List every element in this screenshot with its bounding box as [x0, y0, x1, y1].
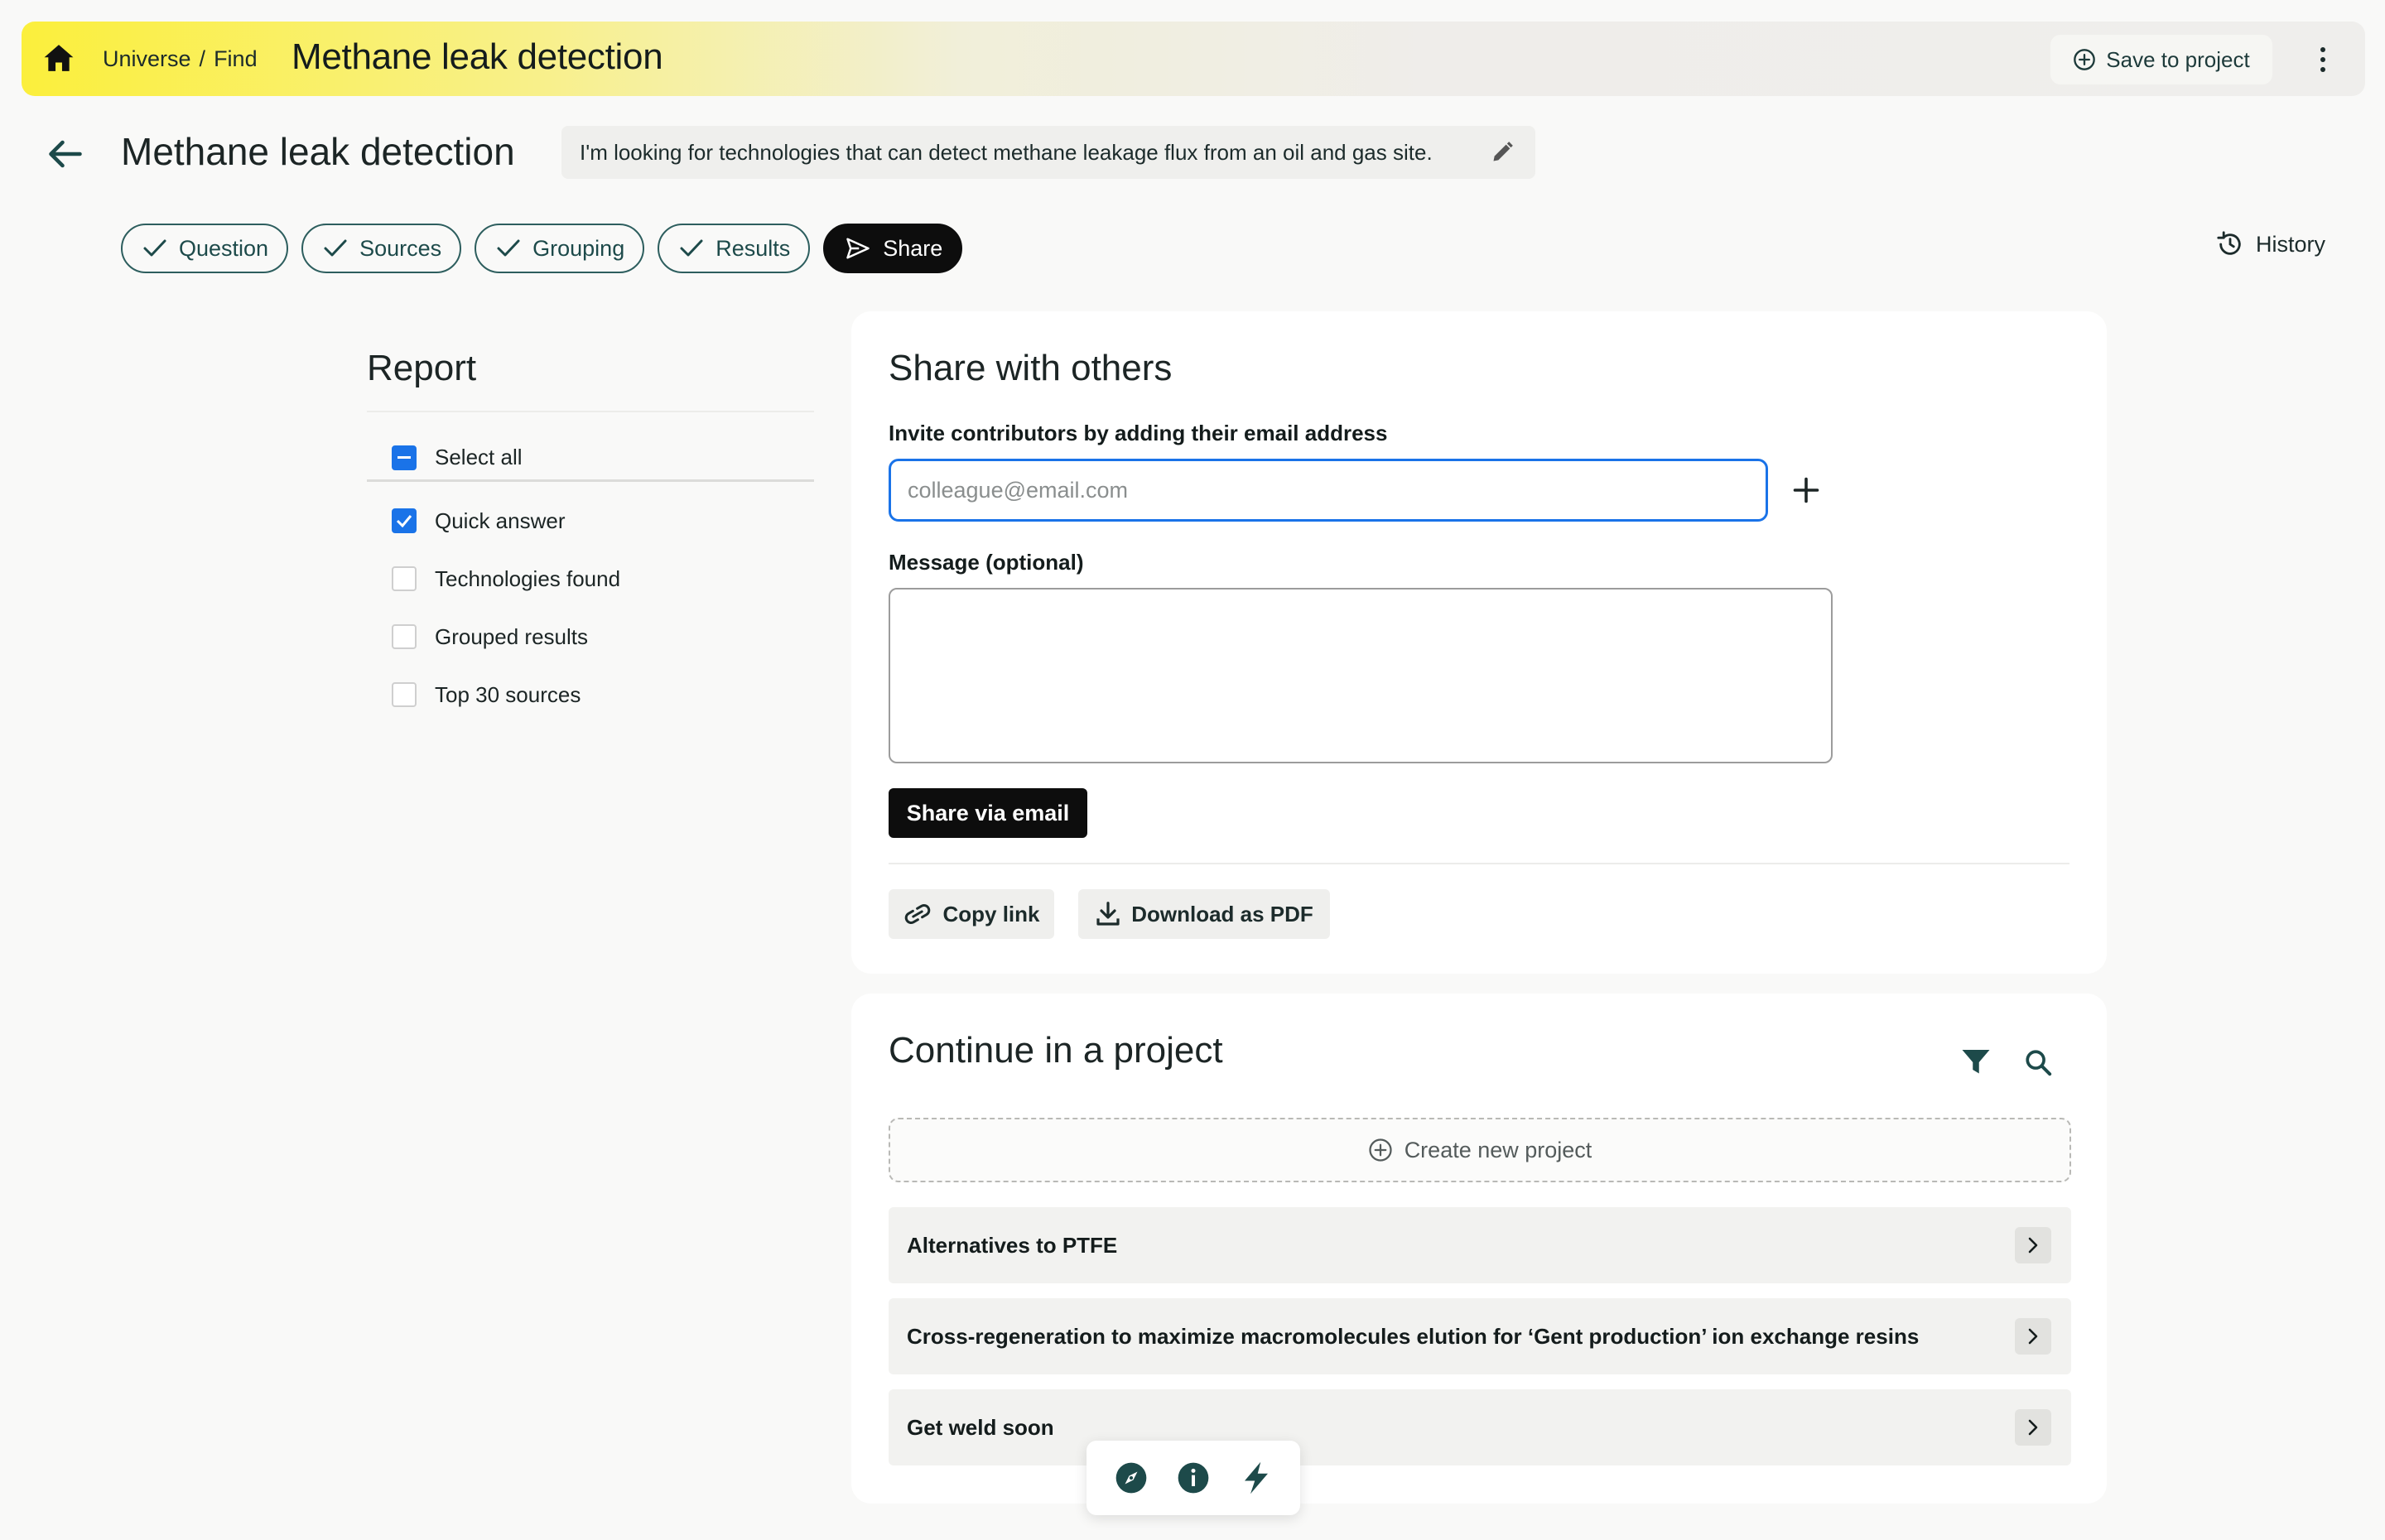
report-item-label: Select all — [435, 445, 523, 469]
message-textarea[interactable] — [889, 588, 1833, 763]
step-grouping[interactable]: Grouping — [475, 224, 645, 273]
report-item-label: Top 30 sources — [435, 681, 581, 707]
search-icon[interactable] — [2024, 1048, 2052, 1076]
step-results[interactable]: Results — [658, 224, 811, 273]
share-title: Share with others — [889, 348, 1173, 388]
plus-circle-icon — [2074, 49, 2096, 70]
report-item-select-all[interactable]: Select all — [367, 436, 814, 482]
step-tabs: Question Sources Grouping Results Share — [121, 224, 963, 273]
info-icon[interactable] — [1175, 1460, 1212, 1496]
project-name: Get weld soon — [907, 1414, 1054, 1440]
report-list: Select all Quick answer Technologies fou… — [367, 436, 814, 724]
back-arrow-icon[interactable] — [48, 139, 83, 169]
check-icon — [680, 239, 703, 257]
chevron-right-icon[interactable] — [2015, 1409, 2051, 1446]
invite-label: Invite contributors by adding their emai… — [889, 421, 1388, 445]
topbar-title: Methane leak detection — [292, 36, 663, 77]
step-label: Sources — [359, 235, 442, 261]
check-icon — [396, 515, 412, 527]
step-question[interactable]: Question — [121, 224, 289, 273]
project-row[interactable]: Get weld soon — [889, 1389, 2071, 1465]
download-pdf-label: Download as PDF — [1131, 901, 1313, 926]
download-icon — [1096, 902, 1120, 926]
report-item-technologies-found[interactable]: Technologies found — [367, 550, 814, 608]
technologies-found-checkbox[interactable] — [392, 566, 417, 591]
quick-answer-checkbox[interactable] — [392, 508, 417, 533]
save-to-project-label: Save to project — [2106, 46, 2250, 72]
link-icon — [905, 904, 931, 924]
top-30-sources-checkbox[interactable] — [392, 682, 417, 707]
project-name: Cross-regeneration to maximize macromole… — [907, 1323, 1920, 1349]
minus-icon — [398, 455, 411, 459]
filter-icon[interactable] — [1961, 1048, 1991, 1076]
breadcrumb-universe[interactable]: Universe — [103, 46, 191, 71]
floating-dock — [1086, 1441, 1300, 1515]
chevron-right-icon[interactable] — [2015, 1227, 2051, 1263]
add-email-icon[interactable] — [1791, 475, 1821, 505]
lightning-icon[interactable] — [1238, 1460, 1274, 1496]
question-summary[interactable]: I'm looking for technologies that can de… — [561, 126, 1535, 179]
page-title: Methane leak detection — [121, 130, 515, 173]
email-input[interactable] — [889, 459, 1768, 522]
create-new-project-button[interactable]: Create new project — [889, 1118, 2071, 1182]
send-icon — [846, 238, 870, 259]
step-label: Question — [179, 235, 269, 261]
question-text: I'm looking for technologies that can de… — [580, 139, 1433, 165]
more-options-icon[interactable] — [2310, 41, 2335, 78]
chevron-right-icon[interactable] — [2015, 1318, 2051, 1355]
save-to-project-button[interactable]: Save to project — [2050, 35, 2272, 84]
download-pdf-button[interactable]: Download as PDF — [1078, 889, 1330, 939]
history-icon — [2217, 231, 2241, 255]
home-icon[interactable] — [43, 43, 75, 73]
project-name: Alternatives to PTFE — [907, 1232, 1118, 1258]
step-label: Grouping — [532, 235, 625, 261]
create-new-project-label: Create new project — [1404, 1137, 1592, 1162]
share-via-email-button[interactable]: Share via email — [889, 788, 1087, 838]
breadcrumb-find[interactable]: Find — [214, 46, 258, 71]
continue-title: Continue in a project — [889, 1030, 1223, 1071]
step-label: Results — [716, 235, 791, 261]
compass-icon[interactable] — [1113, 1460, 1149, 1496]
pencil-icon[interactable] — [1491, 141, 1514, 164]
plus-circle-icon — [1369, 1138, 1392, 1162]
copy-link-label: Copy link — [942, 901, 1040, 926]
report-title: Report — [367, 348, 477, 388]
report-item-label: Technologies found — [435, 565, 621, 591]
report-item-grouped-results[interactable]: Grouped results — [367, 608, 814, 666]
report-item-top-30-sources[interactable]: Top 30 sources — [367, 666, 814, 724]
share-divider — [889, 863, 2069, 864]
select-all-checkbox[interactable] — [392, 445, 417, 470]
project-row[interactable]: Alternatives to PTFE — [889, 1207, 2071, 1283]
step-label: Share — [883, 235, 943, 261]
history-button[interactable]: History — [2216, 230, 2325, 258]
message-label: Message (optional) — [889, 550, 1084, 575]
step-sources[interactable]: Sources — [301, 224, 462, 273]
grouped-results-checkbox[interactable] — [392, 624, 417, 649]
project-row[interactable]: Cross-regeneration to maximize macromole… — [889, 1298, 2071, 1374]
copy-link-button[interactable]: Copy link — [889, 889, 1054, 939]
check-icon — [324, 239, 347, 257]
step-share[interactable]: Share — [823, 224, 963, 273]
check-icon — [143, 239, 166, 257]
check-icon — [497, 239, 520, 257]
report-item-label: Quick answer — [435, 508, 566, 533]
report-item-label: Grouped results — [435, 623, 588, 649]
breadcrumb: Universe / Find — [103, 46, 258, 71]
history-label: History — [2256, 231, 2326, 257]
report-divider — [367, 411, 814, 412]
report-item-quick-answer[interactable]: Quick answer — [367, 492, 814, 550]
